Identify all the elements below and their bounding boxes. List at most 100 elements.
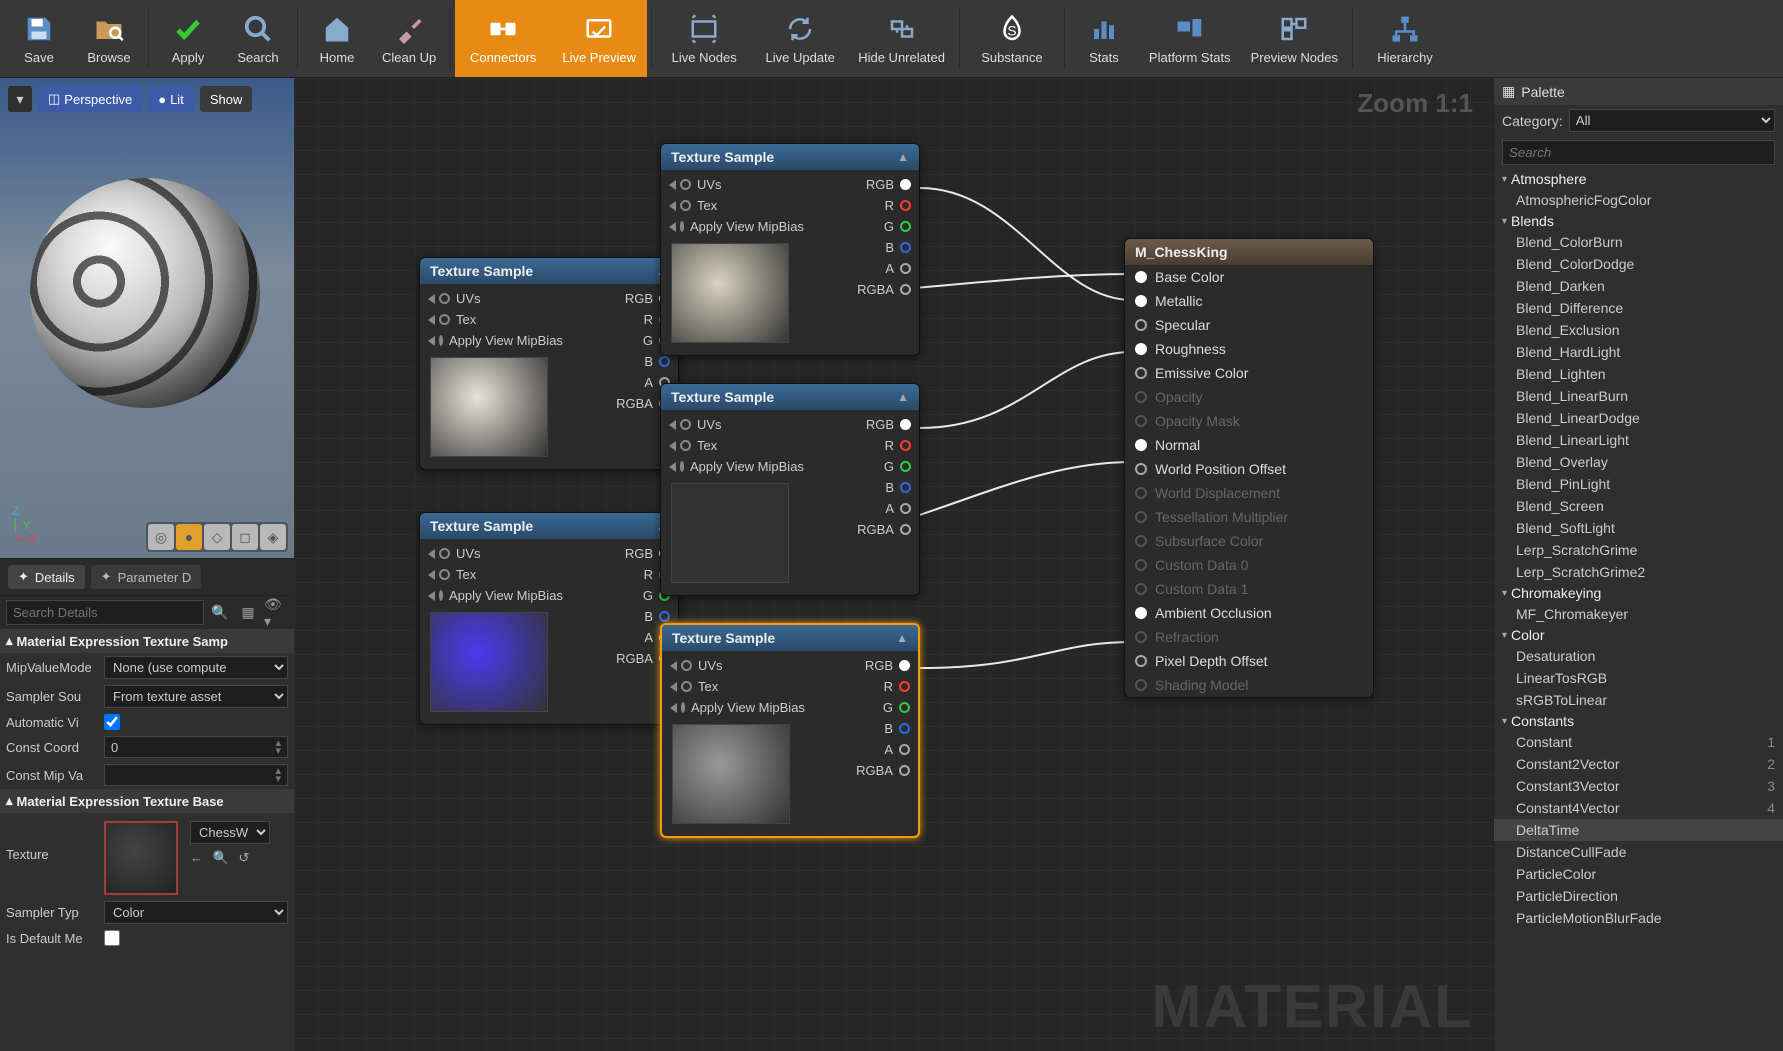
search-button[interactable]: Search: [223, 0, 293, 77]
node-header[interactable]: Texture Sample▲: [662, 625, 918, 651]
palette-search-input[interactable]: [1502, 140, 1775, 165]
palette-item[interactable]: Blend_SoftLight: [1494, 517, 1783, 539]
output-pin-rgb[interactable]: RGB: [858, 416, 919, 433]
input-pin-normal[interactable]: Normal: [1125, 433, 1373, 457]
shape-custom-icon[interactable]: ◈: [260, 524, 286, 550]
browse-button[interactable]: Browse: [74, 0, 144, 77]
node-header[interactable]: Texture Sample▲: [661, 144, 919, 170]
palette-group-color[interactable]: Color: [1494, 625, 1783, 645]
stats-button[interactable]: Stats: [1069, 0, 1139, 77]
view-options-icon[interactable]: 👁 ▾: [264, 601, 288, 625]
shape-cube-icon[interactable]: ◻: [232, 524, 258, 550]
shape-cylinder-icon[interactable]: ◎: [148, 524, 174, 550]
section-header[interactable]: ▴ Material Expression Texture Samp: [0, 629, 294, 653]
palette-group-chromakeying[interactable]: Chromakeying: [1494, 583, 1783, 603]
node-header[interactable]: M_ChessKing: [1125, 239, 1373, 265]
input-pin-apply-view-mipbias[interactable]: Apply View MipBias: [661, 218, 805, 235]
texture-thumbnail[interactable]: [104, 821, 178, 895]
palette-item[interactable]: Lerp_ScratchGrime: [1494, 539, 1783, 561]
output-pin-rgba[interactable]: RGBA: [848, 762, 918, 779]
input-pin-apply-view-mipbias[interactable]: Apply View MipBias: [420, 332, 564, 349]
palette-item[interactable]: ParticleDirection: [1494, 885, 1783, 907]
palette-item[interactable]: DeltaTime: [1494, 819, 1783, 841]
apply-button[interactable]: Apply: [153, 0, 223, 77]
samplersource-select[interactable]: From texture asset: [104, 685, 288, 708]
palette-group-constants[interactable]: Constants: [1494, 711, 1783, 731]
hierarchy-button[interactable]: Hierarchy: [1357, 0, 1453, 77]
home-button[interactable]: Home: [302, 0, 372, 77]
palette-item[interactable]: MF_Chromakeyer: [1494, 603, 1783, 625]
palette-item[interactable]: Blend_LinearLight: [1494, 429, 1783, 451]
palette-item[interactable]: DistanceCullFade: [1494, 841, 1783, 863]
texture-sample-node[interactable]: Texture Sample▲UVsTexApply View MipBiasR…: [660, 143, 920, 356]
output-pin-rgba[interactable]: RGBA: [849, 281, 919, 298]
browse-asset-icon[interactable]: 🔍: [213, 850, 229, 865]
texture-asset-select[interactable]: ChessWi: [190, 821, 270, 844]
save-button[interactable]: Save: [4, 0, 74, 77]
lit-button[interactable]: ● Lit: [148, 86, 194, 112]
constcoord-spinbox[interactable]: 0▴▾: [104, 736, 288, 758]
palette-item[interactable]: Blend_ColorBurn: [1494, 231, 1783, 253]
tab-parameter-defaults[interactable]: ✦ Parameter D: [91, 565, 202, 589]
input-pin-specular[interactable]: Specular: [1125, 313, 1373, 337]
input-pin-ambient-occlusion[interactable]: Ambient Occlusion: [1125, 601, 1373, 625]
output-pin-r[interactable]: R: [877, 197, 919, 214]
output-pin-b[interactable]: B: [877, 239, 919, 256]
input-pin-tex[interactable]: Tex: [420, 311, 564, 328]
palette-item[interactable]: Blend_LinearDodge: [1494, 407, 1783, 429]
shape-sphere-icon[interactable]: ●: [176, 524, 202, 550]
input-pin-apply-view-mipbias[interactable]: Apply View MipBias: [661, 458, 805, 475]
section-header[interactable]: ▴ Material Expression Texture Base: [0, 789, 294, 813]
output-pin-a[interactable]: A: [877, 500, 919, 517]
output-pin-g[interactable]: G: [875, 699, 918, 716]
output-pin-a[interactable]: A: [877, 260, 919, 277]
search-icon[interactable]: 🔍: [208, 601, 232, 625]
input-pin-tex[interactable]: Tex: [661, 437, 805, 454]
tab-details[interactable]: ✦ Details: [8, 565, 85, 589]
live-nodes-button[interactable]: Live Nodes: [656, 0, 752, 77]
automaticview-checkbox[interactable]: [104, 714, 120, 730]
viewport-menu-icon[interactable]: ▾: [8, 86, 32, 112]
input-pin-emissive-color[interactable]: Emissive Color: [1125, 361, 1373, 385]
output-pin-g[interactable]: G: [876, 458, 919, 475]
output-pin-rgb[interactable]: RGB: [858, 176, 919, 193]
palette-item[interactable]: Constant1: [1494, 731, 1783, 753]
palette-item[interactable]: Constant3Vector3: [1494, 775, 1783, 797]
output-pin-a[interactable]: A: [876, 741, 918, 758]
palette-item[interactable]: Blend_Darken: [1494, 275, 1783, 297]
input-pin-base-color[interactable]: Base Color: [1125, 265, 1373, 289]
palette-item[interactable]: Blend_ColorDodge: [1494, 253, 1783, 275]
input-pin-tex[interactable]: Tex: [662, 678, 805, 695]
reset-icon[interactable]: ↺: [238, 850, 249, 865]
live-preview-button[interactable]: Live Preview: [551, 0, 647, 77]
live-update-button[interactable]: Live Update: [752, 0, 848, 77]
palette-item[interactable]: ParticleColor: [1494, 863, 1783, 885]
output-pin-rgba[interactable]: RGBA: [849, 521, 919, 538]
category-select[interactable]: All: [1569, 109, 1775, 132]
preview-viewport[interactable]: ▾ ◫ Perspective ● Lit Show Z │ Y └─X ◎ ●…: [0, 78, 294, 558]
output-pin-b[interactable]: B: [877, 479, 919, 496]
connectors-button[interactable]: Connectors: [455, 0, 551, 77]
search-details-input[interactable]: [6, 600, 204, 625]
constmipva-spinbox[interactable]: ▴▾: [104, 764, 288, 786]
palette-item[interactable]: Blend_Overlay: [1494, 451, 1783, 473]
substance-button[interactable]: SSubstance: [964, 0, 1060, 77]
texture-sample-node[interactable]: Texture Sample▲UVsTexApply View MipBiasR…: [660, 383, 920, 596]
palette-item[interactable]: ParticleMotionBlurFade: [1494, 907, 1783, 929]
node-header[interactable]: Texture Sample▲: [420, 258, 678, 284]
palette-item[interactable]: Constant4Vector4: [1494, 797, 1783, 819]
texture-sample-node[interactable]: Texture Sample▲UVsTexApply View MipBiasR…: [419, 257, 679, 470]
palette-item[interactable]: Lerp_ScratchGrime2: [1494, 561, 1783, 583]
platform-stats-button[interactable]: Platform Stats: [1139, 0, 1241, 77]
output-pin-r[interactable]: R: [877, 437, 919, 454]
graph-canvas[interactable]: Zoom 1:1 MATERIAL Texture Sample▲UVsTexA…: [294, 78, 1493, 1051]
palette-item[interactable]: LinearTosRGB: [1494, 667, 1783, 689]
palette-item[interactable]: sRGBToLinear: [1494, 689, 1783, 711]
palette-item[interactable]: Blend_LinearBurn: [1494, 385, 1783, 407]
input-pin-pixel-depth-offset[interactable]: Pixel Depth Offset: [1125, 649, 1373, 673]
input-pin-uvs[interactable]: UVs: [662, 657, 805, 674]
palette-item[interactable]: Blend_Screen: [1494, 495, 1783, 517]
palette-item[interactable]: AtmosphericFogColor: [1494, 189, 1783, 211]
output-pin-r[interactable]: R: [876, 678, 918, 695]
texture-sample-node[interactable]: Texture Sample▲UVsTexApply View MipBiasR…: [660, 623, 920, 838]
